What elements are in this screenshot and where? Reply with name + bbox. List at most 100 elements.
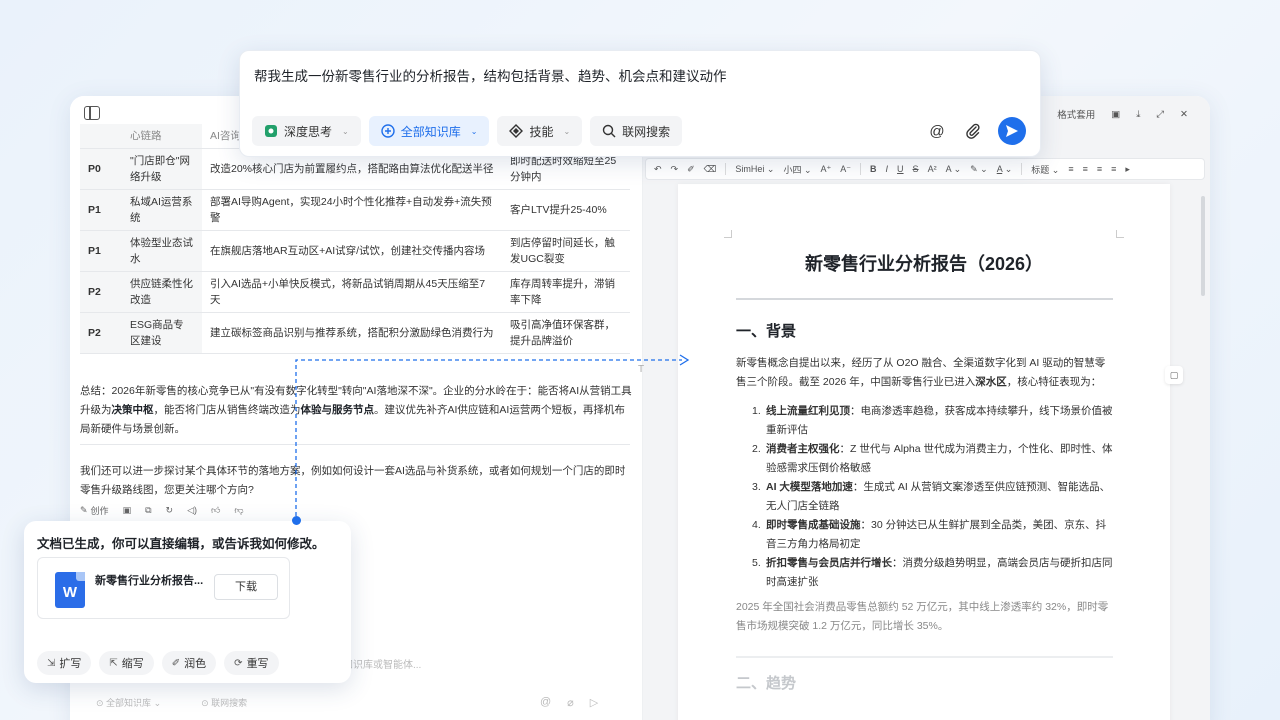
rewrite-button[interactable]: ⟳ 重写 bbox=[224, 651, 279, 675]
download-icon[interactable]: ⤓ bbox=[1136, 109, 1140, 120]
chip-label: 全部知识库 bbox=[400, 124, 461, 139]
align-right-icon[interactable]: ≡ bbox=[1097, 164, 1102, 174]
shrink-button[interactable]: ⇱ 缩写 bbox=[99, 651, 154, 675]
polish-button[interactable]: ✐ 润色 bbox=[161, 651, 217, 675]
chip-deep-think[interactable]: 深度思考 ⌄ bbox=[252, 116, 361, 146]
table-cell-priority: P2 bbox=[80, 312, 122, 354]
table-row: P2 供应链柔性化改造 引入AI选品+小单快反模式，将新品试销周期从45天压缩至7天… bbox=[80, 271, 630, 313]
summary-text: 总结：2026年新零售的核心竞争已从"有没有数字化转型"转向"AI落地深不深"。… bbox=[80, 385, 632, 435]
superscript-icon[interactable]: A² bbox=[928, 164, 937, 174]
divider bbox=[80, 444, 630, 445]
prompt-card: 帮我生成一份新零售行业的分析报告，结构包括背景、趋势、机会点和建议动作 深度思考… bbox=[239, 50, 1041, 157]
at-mention-icon[interactable]: @ bbox=[926, 120, 948, 142]
format-toolbar: ↶ ↷ ✐ ⌫ SimHei ⌄ 小四 ⌄ A⁺ A⁻ B I U S A² A… bbox=[645, 158, 1205, 180]
clear-format-icon[interactable]: ⌫ bbox=[704, 164, 717, 175]
speaker-icon[interactable]: ◁) bbox=[187, 505, 197, 516]
save-icon[interactable]: ▣ bbox=[1111, 109, 1120, 120]
document-page[interactable]: 新零售行业分析报告（2026） 一、背景 新零售概念自提出以来，经历了从 O2O… bbox=[678, 184, 1170, 720]
skills-icon bbox=[509, 124, 524, 138]
table-row: P2 ESG商品专区建设 建立碳标签商品识别与推荐系统，搭配积分激励绿色消费行为 吸引… bbox=[80, 312, 630, 354]
italic-icon[interactable]: I bbox=[886, 164, 889, 174]
bottom-kb-button[interactable]: ⊙ 全部知识库 ⌄ bbox=[96, 696, 161, 709]
divider bbox=[736, 298, 1113, 300]
chevron-down-icon: ⌄ bbox=[470, 126, 478, 136]
chip-skills[interactable]: 技能 ⌄ bbox=[497, 116, 583, 146]
expand-button[interactable]: ⇲ 扩写 bbox=[37, 651, 92, 675]
list-item[interactable]: 2. 消费者主权强化：Z 世代与 Alpha 世代成为消费主力，个性化、即时性、体… bbox=[752, 440, 1114, 478]
attach-icon[interactable]: ⌀ bbox=[567, 696, 574, 709]
table-cell-name: "门店即仓"网络升级 bbox=[122, 148, 202, 190]
chip-knowledge-base[interactable]: 全部知识库 ⌄ bbox=[368, 116, 490, 146]
font-grow-icon[interactable]: A⁺ bbox=[821, 164, 832, 175]
download-button[interactable]: 下载 bbox=[214, 574, 278, 600]
font-color-icon[interactable]: A ⌄ bbox=[997, 164, 1013, 175]
edit-actions: ⇲ 扩写 ⇱ 缩写 ✐ 润色 ⟳ 重写 bbox=[37, 651, 279, 675]
send-icon[interactable]: ▷ bbox=[590, 696, 598, 709]
more-icon[interactable]: ▸ bbox=[1125, 164, 1130, 175]
chevron-down-icon: ⌄ bbox=[342, 126, 349, 136]
close-icon[interactable]: ✕ bbox=[1180, 109, 1188, 120]
list-item[interactable]: 3. AI 大模型落地加速：生成式 AI 从营销文案渗透至供应链预测、智能选品、无… bbox=[752, 478, 1114, 516]
doc-generated-card: 文档已生成，你可以直接编辑，或告诉我如何修改。 W 新零售行业分析报告... 下… bbox=[24, 521, 351, 683]
undo-icon[interactable]: ↶ bbox=[654, 164, 662, 175]
list-item[interactable]: 5. 折扣零售与会员店并行增长：消费分级趋势明显，高端会员店与硬折扣店同时高速扩张 bbox=[752, 554, 1114, 592]
send-button[interactable] bbox=[998, 117, 1026, 145]
doc-intro-paragraph[interactable]: 新零售概念自提出以来，经历了从 O2O 融合、全渠道数字化到 AI 驱动的智慧零… bbox=[736, 354, 1114, 392]
doc-stat-paragraph[interactable]: 2025 年全国社会消费品零售总额约 52 万亿元，其中线上渗透率约 32%，即… bbox=[736, 598, 1114, 636]
table-cell-action: 部署AI导购Agent，实现24小时个性化推荐+自动发券+流失预警 bbox=[202, 189, 502, 231]
table-row: P1 体验型业态试水 在旗舰店落地AR互动区+AI试穿/试饮，创建社交传播内容场 到店… bbox=[80, 230, 630, 272]
strikethrough-icon[interactable]: S bbox=[913, 164, 919, 174]
underline-icon[interactable]: U bbox=[897, 164, 904, 174]
doc-title[interactable]: 新零售行业分析报告（2026） bbox=[678, 250, 1170, 276]
align-left-icon[interactable]: ≡ bbox=[1068, 164, 1073, 174]
font-select[interactable]: SimHei ⌄ bbox=[735, 164, 774, 175]
format-apply-button[interactable]: 格式套用 bbox=[1057, 107, 1095, 121]
list-item[interactable]: 1. 线上流量红利见顶：电商渗透率趋稳，获客成本持续攀升，线下场景价值被重新评估 bbox=[752, 402, 1114, 440]
text-effect-icon[interactable]: A ⌄ bbox=[946, 164, 962, 175]
chat-input-bar: ⊙ 全部知识库 ⌄ ⊙ 联网搜索 bbox=[96, 696, 247, 709]
knowledge-base-icon bbox=[381, 124, 395, 138]
attach-icon[interactable] bbox=[962, 120, 984, 142]
connector-dot bbox=[292, 516, 301, 525]
doc-heading-background[interactable]: 一、背景 bbox=[736, 320, 796, 341]
justify-icon[interactable]: ≡ bbox=[1111, 164, 1116, 174]
thumbs-up-icon[interactable]: 👍︎ bbox=[211, 505, 220, 516]
bold-icon[interactable]: B bbox=[870, 164, 877, 174]
table-cell-effect: 客户LTV提升25-40% bbox=[502, 189, 630, 231]
prompt-input[interactable]: 帮我生成一份新零售行业的分析报告，结构包括背景、趋势、机会点和建议动作 bbox=[254, 65, 727, 85]
bottom-search-button[interactable]: ⊙ 联网搜索 bbox=[201, 696, 247, 709]
list-item[interactable]: 4. 即时零售成基础设施：30 分钟达已从生鲜扩展到全品类，美团、京东、抖音三方角… bbox=[752, 516, 1114, 554]
table-cell-priority: P1 bbox=[80, 230, 122, 272]
action-plan-table: 心链路 AI咨询 P0 "门店即仓"网络升级 改造20%核心门店为前置履约点，搭配路… bbox=[80, 124, 630, 354]
sidebar-toggle-icon[interactable] bbox=[84, 106, 100, 120]
font-shrink-icon[interactable]: A⁻ bbox=[840, 164, 851, 175]
save-icon[interactable]: ▣ bbox=[123, 505, 132, 516]
table-row: P1 私域AI运营系统 部署AI导购Agent，实现24小时个性化推荐+自动发券+流… bbox=[80, 189, 630, 231]
table-cell-effect: 吸引高净值环保客群，提升品牌溢价 bbox=[502, 312, 630, 354]
copy-icon[interactable]: ⧉ bbox=[145, 505, 151, 516]
table-cell-priority: P1 bbox=[80, 189, 122, 231]
format-painter-icon[interactable]: ✐ bbox=[687, 164, 695, 175]
comment-icon[interactable]: ▢ bbox=[1165, 366, 1183, 384]
doc-scrollbar[interactable] bbox=[1201, 196, 1205, 296]
doc-feature-list[interactable]: 1. 线上流量红利见顶：电商渗透率趋稳，获客成本持续攀升，线下场景价值被重新评估 2… bbox=[752, 402, 1114, 592]
chip-web-search[interactable]: 联网搜索 bbox=[590, 116, 683, 146]
rewrite-icon: ⟳ bbox=[234, 657, 243, 669]
file-attachment[interactable]: W 新零售行业分析报告... 下载 bbox=[37, 557, 290, 619]
create-button[interactable]: ✎ 创作 bbox=[80, 504, 109, 517]
refresh-icon[interactable]: ↻ bbox=[166, 505, 174, 516]
redo-icon[interactable]: ↷ bbox=[671, 164, 679, 175]
polish-icon: ✐ bbox=[171, 657, 181, 669]
table-cell-action: 在旗舰店落地AR互动区+AI试穿/试饮，创建社交传播内容场 bbox=[202, 230, 502, 272]
expand-icon[interactable]: ⤢ bbox=[1156, 109, 1164, 120]
doc-heading-trends[interactable]: 二、趋势 bbox=[736, 672, 796, 693]
highlight-icon[interactable]: ✎ ⌄ bbox=[970, 164, 988, 175]
style-select[interactable]: 标题 ⌄ bbox=[1031, 163, 1059, 176]
font-size-select[interactable]: 小四 ⌄ bbox=[783, 163, 811, 176]
table-cell-effect: 库存周转率提升，滞销率下降 bbox=[502, 271, 630, 313]
align-center-icon[interactable]: ≡ bbox=[1083, 164, 1088, 174]
thumbs-down-icon[interactable]: 👎︎ bbox=[234, 505, 243, 516]
shrink-icon: ⇱ bbox=[109, 657, 118, 669]
word-file-icon: W bbox=[55, 572, 85, 608]
at-icon[interactable]: @ bbox=[540, 696, 551, 709]
